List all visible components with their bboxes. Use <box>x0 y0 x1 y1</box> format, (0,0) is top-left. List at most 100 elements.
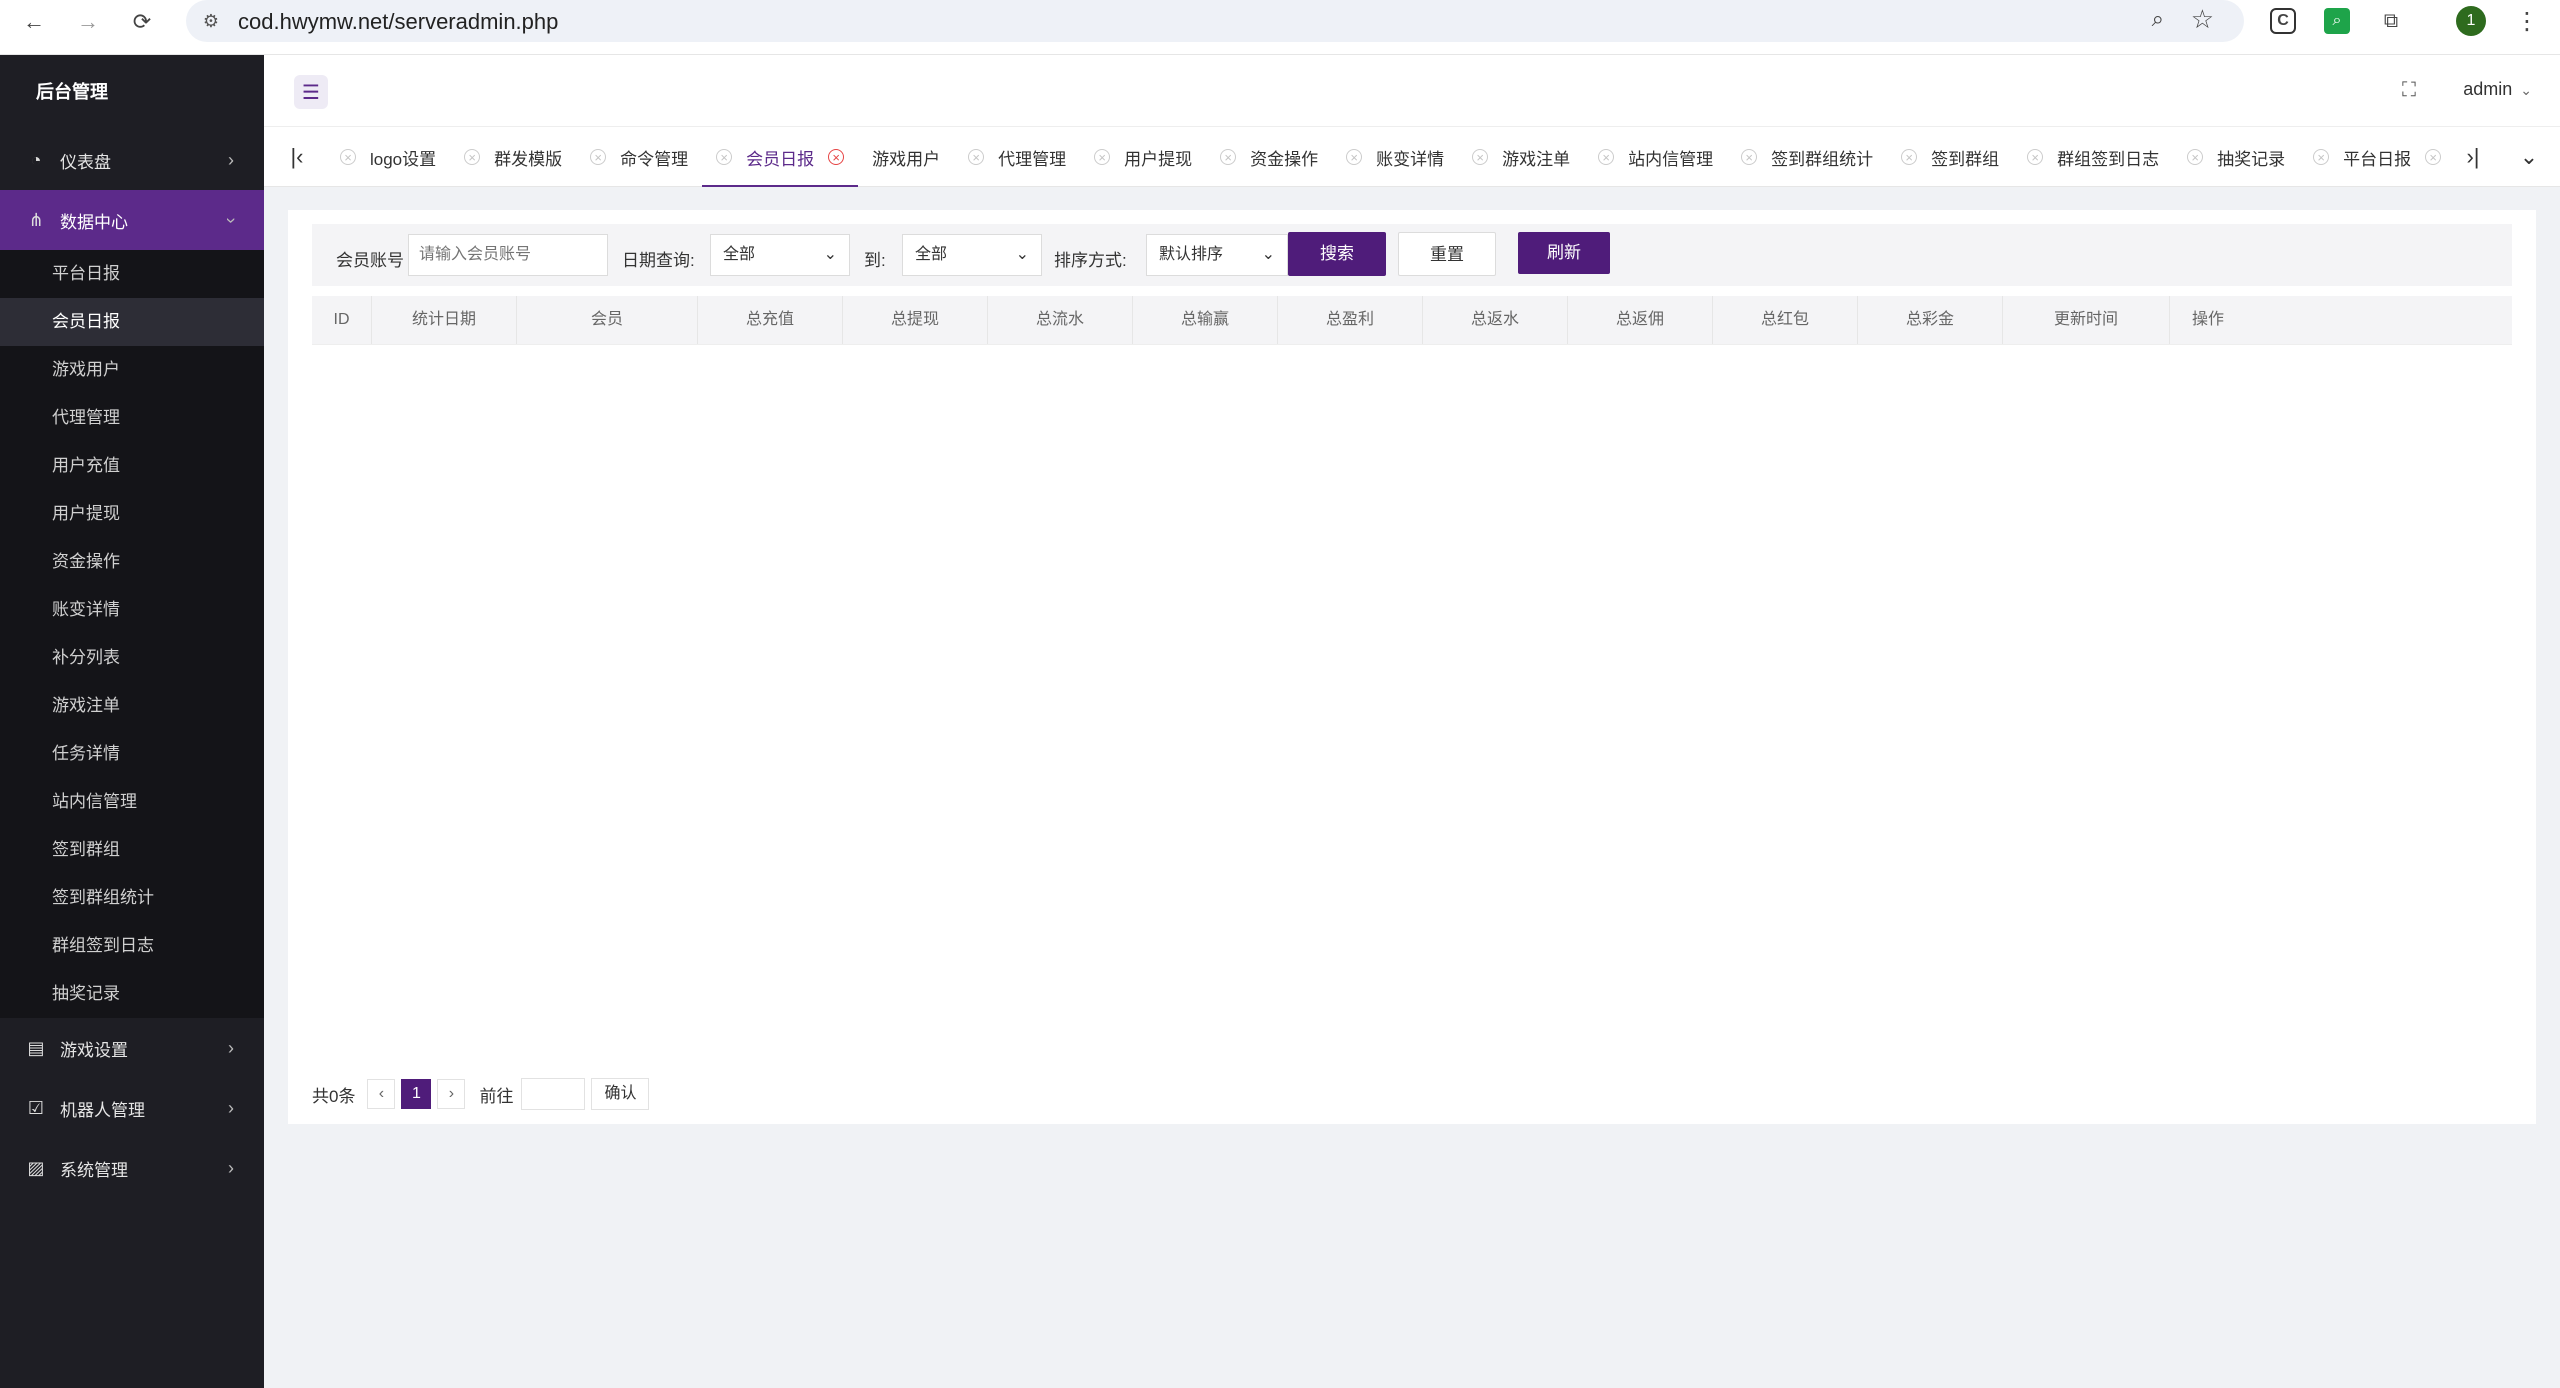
tab-logo-settings[interactable]: × logo设置 <box>326 127 450 187</box>
extensions-puzzle-icon[interactable]: ⧉ <box>2376 6 2406 36</box>
date-from-select[interactable]: 全部 ⌄ <box>710 234 850 276</box>
close-icon[interactable]: × <box>2027 149 2044 165</box>
menu-game-settings[interactable]: ▤ 游戏设置 › <box>0 1018 264 1078</box>
sort-select[interactable]: 默认排序 ⌄ <box>1146 234 1288 276</box>
close-icon[interactable]: × <box>1901 149 1918 165</box>
submenu-item-selected[interactable]: 会员日报 <box>0 298 264 346</box>
tab-game-users[interactable]: 游戏用户 <box>858 127 954 187</box>
close-icon[interactable]: × <box>1220 149 1237 165</box>
close-active-tab-icon[interactable]: × <box>828 149 845 165</box>
submenu-item[interactable]: 代理管理 <box>0 394 264 442</box>
close-icon[interactable]: × <box>2425 149 2442 165</box>
tabs-scroll-right-icon[interactable]: ›| <box>2448 127 2498 187</box>
column-header: 总输赢 <box>1133 296 1278 344</box>
close-icon[interactable]: × <box>590 149 607 165</box>
menu-dashboard[interactable]: ◔ 仪表盘 › <box>0 130 264 190</box>
reload-icon[interactable]: ⟳ <box>126 6 158 38</box>
tab-broadcast-templates[interactable]: × 群发模版 <box>450 127 576 187</box>
close-icon[interactable]: × <box>1346 149 1363 165</box>
column-header: 总红包 <box>1713 296 1858 344</box>
close-icon[interactable]: × <box>1472 149 1489 165</box>
submenu-item[interactable]: 签到群组 <box>0 826 264 874</box>
submenu-item[interactable]: 账变详情 <box>0 586 264 634</box>
close-icon[interactable]: × <box>2313 149 2330 165</box>
menu-system-management[interactable]: ▨ 系统管理 › <box>0 1138 264 1198</box>
submenu-item[interactable]: 站内信管理 <box>0 778 264 826</box>
back-icon[interactable]: ← <box>18 6 50 38</box>
submenu-item[interactable]: 抽奖记录 <box>0 970 264 1018</box>
goto-page-input[interactable] <box>521 1078 586 1110</box>
submenu-item[interactable]: 签到群组统计 <box>0 874 264 922</box>
tab-messages[interactable]: × 站内信管理 <box>1584 127 1727 187</box>
zoom-icon[interactable]: ⌕ <box>2152 6 2164 32</box>
tab-checkin-groups[interactable]: × 签到群组 <box>1887 127 2013 187</box>
submenu-item[interactable]: 用户提现 <box>0 490 264 538</box>
extension-c-icon[interactable]: C <box>2270 8 2296 34</box>
account-label: 会员账号 <box>336 251 404 270</box>
search-button[interactable]: 搜索 <box>1288 232 1386 276</box>
bookmark-star-icon[interactable]: ☆ <box>2191 4 2214 35</box>
close-icon[interactable]: × <box>968 149 985 165</box>
tab-agent-management[interactable]: × 代理管理 <box>954 127 1080 187</box>
extension-green-icon[interactable]: ⌕ <box>2324 8 2350 34</box>
address-bar[interactable]: ⚙ cod.hwymw.net/serveradmin.php ⌕ ☆ <box>186 0 2244 42</box>
close-icon[interactable]: × <box>716 149 733 165</box>
tab-game-bets[interactable]: × 游戏注单 <box>1458 127 1584 187</box>
site-info-icon[interactable]: ⚙ <box>196 6 226 36</box>
fullscreen-icon[interactable]: ⛶ <box>2402 79 2416 102</box>
current-page[interactable]: 1 <box>401 1079 432 1109</box>
pagination: 共0条 ‹ 1 › 前往 确认 <box>312 1078 650 1110</box>
chevron-down-icon: ⌄ <box>1015 246 1029 263</box>
goto-confirm-button[interactable]: 确认 <box>591 1078 650 1110</box>
tab-checkin-group-stats[interactable]: × 签到群组统计 <box>1727 127 1887 187</box>
close-icon[interactable]: × <box>2187 149 2204 165</box>
account-input[interactable] <box>408 234 608 276</box>
user-menu[interactable]: admin ⌄ <box>2463 79 2532 100</box>
submenu-item[interactable]: 资金操作 <box>0 538 264 586</box>
submenu-item[interactable]: 补分列表 <box>0 634 264 682</box>
column-header: 统计日期 <box>372 296 517 344</box>
tabs-scroll-left-icon[interactable]: |‹ <box>272 127 322 187</box>
prev-page-icon[interactable]: ‹ <box>367 1079 396 1109</box>
next-page-icon[interactable]: › <box>437 1079 466 1109</box>
forward-icon[interactable]: → <box>72 6 104 38</box>
tabs-dropdown-icon[interactable]: ⌄ <box>2504 127 2554 187</box>
submenu-item[interactable]: 用户充值 <box>0 442 264 490</box>
tab-fund-operations[interactable]: × 资金操作 <box>1206 127 1332 187</box>
content-card: 会员账号 日期查询: 全部 ⌄ 到: 全部 ⌄ 排序方式: 默认排序 ⌄ 搜索 … <box>288 210 2536 1124</box>
column-header: 总彩金 <box>1858 296 2003 344</box>
tab-member-daily[interactable]: × 会员日报 × <box>702 127 859 187</box>
tab-platform-daily[interactable]: × 平台日报 × <box>2299 127 2455 187</box>
sitemap-icon: ⋔ <box>28 209 44 230</box>
refresh-button[interactable]: 刷新 <box>1518 232 1610 274</box>
reset-button[interactable]: 重置 <box>1398 232 1496 276</box>
tab-lottery-records[interactable]: × 抽奖记录 <box>2173 127 2299 187</box>
username: admin <box>2463 79 2513 99</box>
tab-label: 站内信管理 <box>1628 149 1714 169</box>
menu-robot-management[interactable]: ☑ 机器人管理 › <box>0 1078 264 1138</box>
submenu-item[interactable]: 群组签到日志 <box>0 922 264 970</box>
tab-command-management[interactable]: × 命令管理 <box>576 127 702 187</box>
close-icon[interactable]: × <box>340 149 356 165</box>
submenu-item[interactable]: 游戏用户 <box>0 346 264 394</box>
menu-label: 游戏设置 <box>60 1040 128 1060</box>
tab-group-checkin-logs[interactable]: × 群组签到日志 <box>2013 127 2173 187</box>
close-icon[interactable]: × <box>1741 149 1758 165</box>
date-to-select[interactable]: 全部 ⌄ <box>902 234 1042 276</box>
close-icon[interactable]: × <box>1598 149 1615 165</box>
tab-user-withdrawals[interactable]: × 用户提现 <box>1080 127 1206 187</box>
close-icon[interactable]: × <box>464 149 481 165</box>
browser-menu-icon[interactable]: ⋮ <box>2512 6 2542 36</box>
url-text[interactable]: cod.hwymw.net/serveradmin.php <box>238 9 558 35</box>
sidebar-toggle-icon[interactable]: ☰ <box>294 75 328 109</box>
menu-data-center[interactable]: ⋔ 数据中心 › <box>0 190 264 250</box>
submenu-item[interactable]: 任务详情 <box>0 730 264 778</box>
tab-label: 签到群组统计 <box>1771 149 1874 169</box>
tab-label: logo设置 <box>370 149 437 169</box>
close-icon[interactable]: × <box>1094 149 1111 165</box>
submenu-item[interactable]: 游戏注单 <box>0 682 264 730</box>
date-to-value: 全部 <box>915 246 948 263</box>
submenu-item[interactable]: 平台日报 <box>0 250 264 298</box>
profile-avatar[interactable]: 1 <box>2456 6 2486 36</box>
tab-transaction-details[interactable]: × 账变详情 <box>1332 127 1458 187</box>
